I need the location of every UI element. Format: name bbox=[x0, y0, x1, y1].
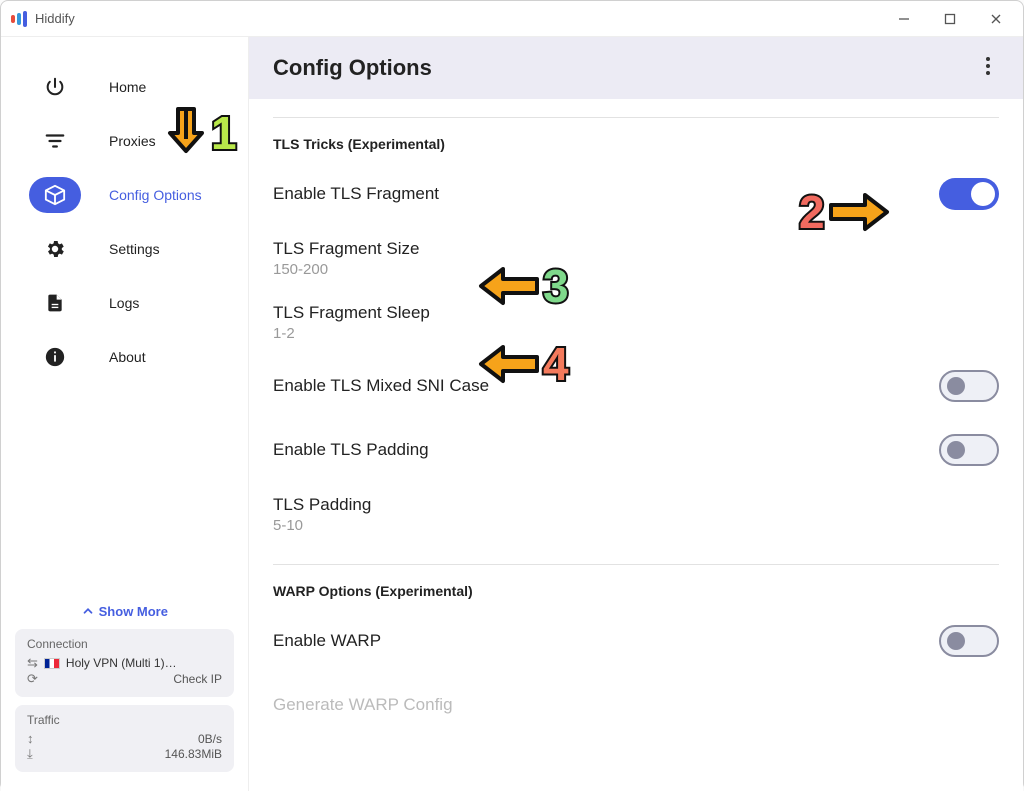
sidebar-item-label: Proxies bbox=[109, 133, 156, 149]
section-title-tls: TLS Tricks (Experimental) bbox=[273, 136, 999, 152]
close-button[interactable] bbox=[973, 1, 1019, 37]
setting-enable-warp[interactable]: Enable WARP bbox=[273, 609, 999, 673]
setting-enable-tls-padding[interactable]: Enable TLS Padding bbox=[273, 418, 999, 482]
sidebar-item-label: Config Options bbox=[109, 187, 202, 203]
setting-value: 5-10 bbox=[273, 517, 371, 534]
setting-label: TLS Fragment Sleep bbox=[273, 303, 430, 323]
content-scroll[interactable]: TLS Tricks (Experimental) Enable TLS Fra… bbox=[249, 99, 1023, 791]
setting-label: Enable WARP bbox=[273, 631, 381, 651]
refresh-icon[interactable]: ⟳ bbox=[27, 671, 38, 687]
setting-value: 150-200 bbox=[273, 261, 419, 278]
setting-enable-mixed-sni[interactable]: Enable TLS Mixed SNI Case bbox=[273, 354, 999, 418]
toggle-enable-mixed-sni[interactable] bbox=[939, 370, 999, 402]
app-title: Hiddify bbox=[35, 11, 75, 26]
sidebar-item-label: Home bbox=[109, 79, 146, 95]
sidebar-item-config-options[interactable]: Config Options bbox=[29, 169, 234, 221]
upload-icon: ↕ bbox=[27, 731, 34, 746]
sidebar: Home Proxies Config Options bbox=[1, 37, 249, 791]
connection-title: Connection bbox=[27, 637, 222, 651]
show-more-button[interactable]: Show More bbox=[15, 594, 234, 629]
divider bbox=[273, 564, 999, 565]
maximize-button[interactable] bbox=[927, 1, 973, 37]
content-header: Config Options bbox=[249, 37, 1023, 99]
setting-label: TLS Fragment Size bbox=[273, 239, 419, 259]
title-bar: Hiddify bbox=[1, 1, 1023, 37]
chevron-up-icon bbox=[81, 604, 95, 618]
gear-icon bbox=[29, 231, 81, 267]
setting-label: Enable TLS Mixed SNI Case bbox=[273, 376, 489, 396]
setting-tls-padding-size[interactable]: TLS Padding 5-10 bbox=[273, 482, 999, 546]
more-vert-icon bbox=[985, 56, 991, 76]
minimize-button[interactable] bbox=[881, 1, 927, 37]
check-ip-link[interactable]: Check IP bbox=[173, 672, 222, 686]
traffic-total: 146.83MiB bbox=[165, 747, 222, 761]
setting-tls-fragment-size[interactable]: TLS Fragment Size 150-200 bbox=[273, 226, 999, 290]
sidebar-bottom: Show More Connection ⇆ Holy VPN (Multi 1… bbox=[1, 594, 248, 791]
sidebar-item-label: About bbox=[109, 349, 146, 365]
show-more-label: Show More bbox=[99, 604, 168, 619]
setting-label: TLS Padding bbox=[273, 495, 371, 515]
sidebar-item-proxies[interactable]: Proxies bbox=[29, 115, 234, 167]
overflow-menu-button[interactable] bbox=[977, 48, 999, 89]
flag-france-icon bbox=[44, 658, 60, 669]
content-pane: Config Options TLS Tricks (Experimental)… bbox=[249, 37, 1023, 791]
connection-card[interactable]: Connection ⇆ Holy VPN (Multi 1)… ⟳ Check… bbox=[15, 629, 234, 697]
sidebar-nav: Home Proxies Config Options bbox=[1, 61, 248, 383]
file-icon bbox=[29, 285, 81, 321]
divider bbox=[273, 117, 999, 118]
page-title: Config Options bbox=[273, 55, 432, 81]
window-controls bbox=[881, 1, 1019, 37]
section-title-warp: WARP Options (Experimental) bbox=[273, 583, 999, 599]
sidebar-item-about[interactable]: About bbox=[29, 331, 234, 383]
setting-enable-tls-fragment[interactable]: Enable TLS Fragment bbox=[273, 162, 999, 226]
setting-label: Enable TLS Padding bbox=[273, 440, 429, 460]
link-icon: ⇆ bbox=[27, 655, 38, 671]
setting-tls-fragment-sleep[interactable]: TLS Fragment Sleep 1-2 bbox=[273, 290, 999, 354]
sidebar-item-logs[interactable]: Logs bbox=[29, 277, 234, 329]
box-icon bbox=[29, 177, 81, 213]
toggle-enable-tls-padding[interactable] bbox=[939, 434, 999, 466]
connection-profile: Holy VPN (Multi 1)… bbox=[66, 656, 177, 670]
download-icon: ⤓ bbox=[27, 746, 33, 762]
toggle-enable-tls-fragment[interactable] bbox=[939, 178, 999, 210]
toggle-enable-warp[interactable] bbox=[939, 625, 999, 657]
setting-generate-warp-config[interactable]: Generate WARP Config bbox=[273, 673, 999, 737]
sidebar-item-label: Settings bbox=[109, 241, 160, 257]
setting-value: 1-2 bbox=[273, 325, 430, 342]
traffic-title: Traffic bbox=[27, 713, 222, 727]
traffic-card[interactable]: Traffic ↕ 0B/s ⤓ 146.83MiB bbox=[15, 705, 234, 772]
traffic-speed: 0B/s bbox=[198, 732, 222, 746]
sidebar-item-settings[interactable]: Settings bbox=[29, 223, 234, 275]
setting-label: Generate WARP Config bbox=[273, 695, 453, 715]
app-logo-icon bbox=[11, 11, 27, 27]
info-icon bbox=[29, 339, 81, 375]
setting-label: Enable TLS Fragment bbox=[273, 184, 439, 204]
sidebar-item-label: Logs bbox=[109, 295, 139, 311]
power-icon bbox=[29, 69, 81, 105]
sidebar-item-home[interactable]: Home bbox=[29, 61, 234, 113]
filter-icon bbox=[29, 123, 81, 159]
app-window: Hiddify Home Proxies bbox=[0, 0, 1024, 791]
